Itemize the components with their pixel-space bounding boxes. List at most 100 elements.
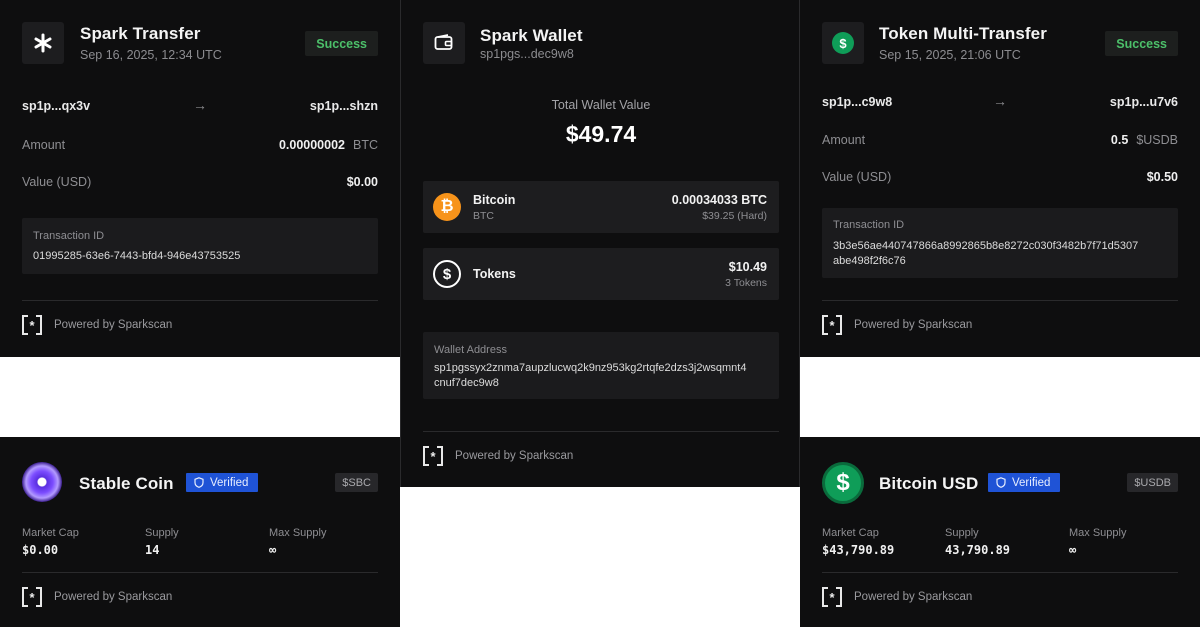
verified-label: Verified (210, 476, 249, 489)
wallet-address-line-1[interactable]: sp1pgssyx2znma7aupzlucwq2k9nz953kg2rtqfe… (434, 361, 746, 376)
bitcoin-usd-card: $ Bitcoin USD Verified $USDB Market Cap … (800, 437, 1200, 627)
powered-by-footer[interactable]: * Powered by Sparkscan (822, 315, 972, 335)
transaction-id-box: Transaction ID 3b3e56ae440747866a8992865… (822, 208, 1178, 278)
amount-value: 0.5 (1110, 133, 1129, 147)
supply-label: Supply (145, 527, 179, 539)
asset-name: Bitcoin (473, 193, 516, 207)
dollar-icon: $ (433, 260, 461, 288)
transfer-date: Sep 16, 2025, 12:34 UTC (80, 48, 222, 62)
wallet-address-box: Wallet Address sp1pgssyx2znma7aupzlucwq2… (423, 332, 779, 399)
wallet-icon (423, 22, 465, 64)
asset-amount: $10.49 (728, 260, 767, 274)
usd-label: Value (USD) (22, 175, 92, 189)
supply-value: 43,790.89 (945, 543, 1011, 557)
token-name: Stable Coin (79, 474, 174, 493)
transaction-id-box: Transaction ID 01995285-63e6-7443-bfd4-9… (22, 218, 378, 274)
transaction-id-label: Transaction ID (833, 219, 905, 231)
ticker-badge: $USDB (1127, 473, 1178, 492)
powered-by-footer[interactable]: * Powered by Sparkscan (22, 587, 172, 607)
amount-unit: BTC (353, 138, 378, 152)
card-title: Spark Transfer (80, 24, 201, 43)
transaction-id[interactable]: 01995285-63e6-7443-bfd4-946e43753525 (33, 249, 240, 264)
sparkscan-logo-icon: * (22, 315, 42, 335)
divider (822, 300, 1178, 301)
arrow-right-icon: → (193, 97, 207, 113)
asset-count: 3 Tokens (725, 277, 767, 289)
arrow-right-icon: → (993, 93, 1007, 109)
from-address[interactable]: sp1p...qx3v (22, 99, 90, 113)
supply-value: 14 (145, 543, 160, 557)
to-address[interactable]: sp1p...shzn (310, 99, 378, 113)
footer-text: Powered by Sparkscan (455, 450, 574, 462)
footer-text: Powered by Sparkscan (854, 591, 973, 603)
market-cap-value: $0.00 (22, 543, 59, 557)
amount-unit: $USDB (1136, 133, 1178, 147)
usdb-logo-icon: $ (822, 462, 864, 504)
total-value: $49.74 (565, 121, 637, 147)
transaction-id-line-2[interactable]: abe498f2f6c76 (833, 254, 906, 269)
usd-label: Value (USD) (822, 170, 892, 184)
amount-row: 0.5 $USDB (1111, 133, 1178, 147)
asset-name: Tokens (473, 267, 516, 281)
transfer-date: Sep 15, 2025, 21:06 UTC (879, 48, 1021, 62)
bitcoin-icon: ₿ (433, 193, 461, 221)
usd-value: $0.50 (1146, 170, 1178, 184)
divider (22, 300, 378, 301)
max-supply-label: Max Supply (269, 527, 327, 539)
sparkscan-logo-icon: * (423, 446, 443, 466)
amount-value: 0.00000002 (278, 138, 345, 152)
asset-usd: $39.25 (Hard) (702, 210, 767, 222)
footer-text: Powered by Sparkscan (854, 319, 973, 331)
powered-by-footer[interactable]: * Powered by Sparkscan (423, 446, 573, 466)
ticker-badge: $SBC (335, 473, 378, 492)
token-multi-transfer-card: $ Token Multi-Transfer Sep 15, 2025, 21:… (800, 0, 1200, 357)
max-supply-value: ∞ (1069, 543, 1077, 557)
market-cap-label: Market Cap (822, 527, 879, 539)
to-address[interactable]: sp1p...u7v6 (1110, 95, 1178, 109)
shield-icon (996, 477, 1006, 488)
status-badge: Success (1105, 31, 1178, 56)
divider (423, 431, 779, 432)
usd-value: $0.00 (346, 175, 378, 189)
wallet-address-line-2[interactable]: cnuf7dec9w8 (434, 376, 499, 391)
verified-label: Verified (1012, 476, 1051, 489)
amount-label: Amount (822, 133, 866, 147)
divider (822, 572, 1178, 573)
card-title: Token Multi-Transfer (879, 24, 1047, 43)
amount-label: Amount (22, 138, 66, 152)
total-label: Total Wallet Value (551, 98, 651, 112)
status-badge: Success (305, 31, 378, 56)
wallet-address-label: Wallet Address (434, 344, 507, 356)
token-name: Bitcoin USD (879, 474, 979, 493)
asset-ticker: BTC (473, 210, 494, 222)
sparkscan-logo-icon: * (822, 587, 842, 607)
asset-row-tokens[interactable]: $ Tokens $10.49 3 Tokens (423, 248, 779, 300)
market-cap-value: $43,790.89 (822, 543, 895, 557)
footer-text: Powered by Sparkscan (54, 319, 173, 331)
sparkscan-logo-icon: * (22, 587, 42, 607)
transaction-id-line-1[interactable]: 3b3e56ae440747866a8992865b8e8272c030f348… (833, 239, 1138, 254)
max-supply-value: ∞ (269, 543, 277, 557)
market-cap-label: Market Cap (22, 527, 79, 539)
max-supply-label: Max Supply (1069, 527, 1127, 539)
powered-by-footer[interactable]: * Powered by Sparkscan (22, 315, 172, 335)
stable-coin-logo-icon (22, 462, 62, 502)
card-title: Spark Wallet (480, 26, 583, 45)
from-address[interactable]: sp1p...c9w8 (822, 95, 892, 109)
usdb-token-icon: $ (822, 22, 864, 64)
wallet-short-address[interactable]: sp1pgs...dec9w8 (480, 47, 574, 61)
spark-wallet-card: Spark Wallet sp1pgs...dec9w8 Total Walle… (400, 0, 800, 487)
asset-row-bitcoin[interactable]: ₿ Bitcoin BTC 0.00034033 BTC $39.25 (Har… (423, 181, 779, 233)
supply-label: Supply (945, 527, 979, 539)
divider (22, 572, 378, 573)
amount-row: 0.00000002 BTC (279, 138, 378, 152)
transaction-id-label: Transaction ID (33, 230, 105, 242)
verified-badge: Verified (186, 473, 259, 492)
footer-text: Powered by Sparkscan (54, 591, 173, 603)
sparkscan-logo-icon: * (822, 315, 842, 335)
spark-transfer-card: Spark Transfer Sep 16, 2025, 12:34 UTC S… (0, 0, 400, 357)
verified-badge: Verified (988, 473, 1061, 492)
powered-by-footer[interactable]: * Powered by Sparkscan (822, 587, 972, 607)
stable-coin-card: Stable Coin Verified $SBC Market Cap $0.… (0, 437, 400, 627)
asset-amount: 0.00034033 BTC (671, 193, 767, 207)
